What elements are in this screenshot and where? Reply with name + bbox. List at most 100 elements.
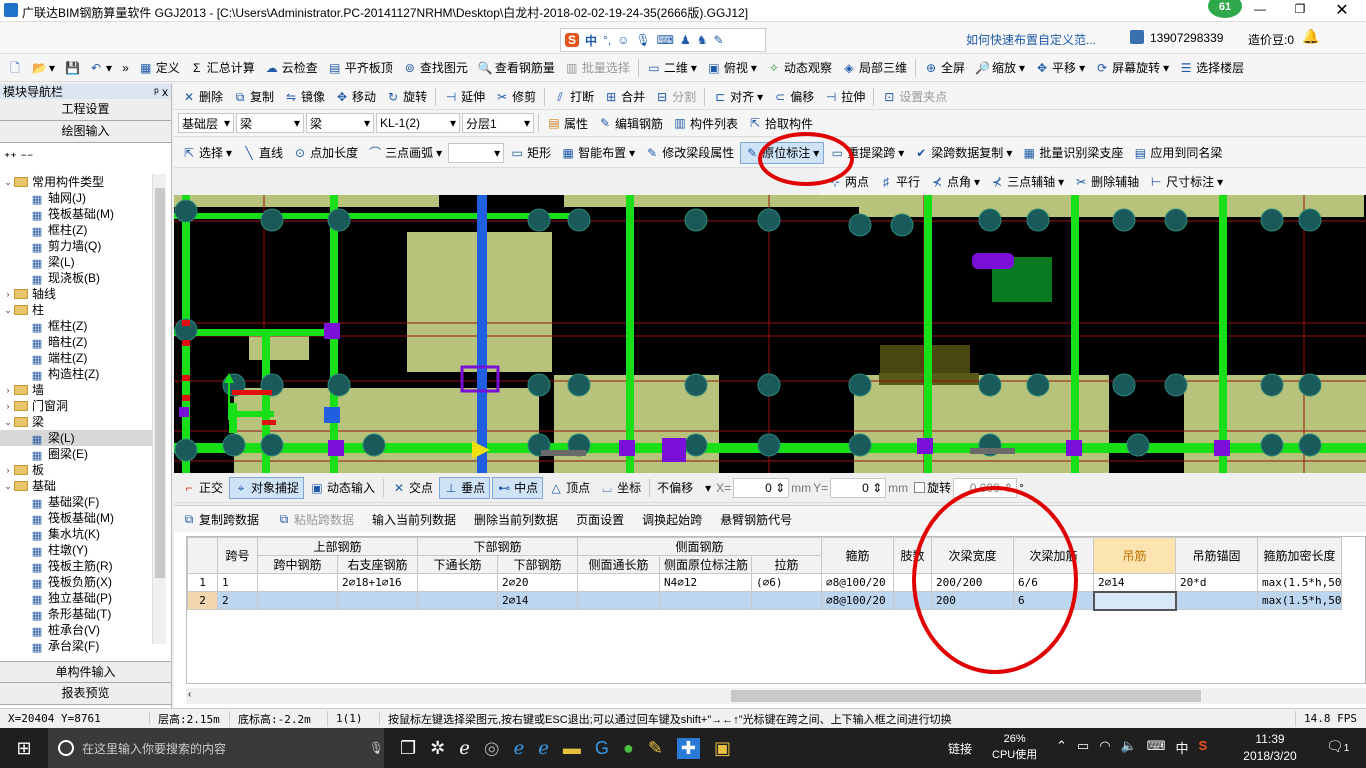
table-cell[interactable]: N4⌀12: [659, 573, 753, 592]
table-cell[interactable]: 1: [217, 573, 258, 592]
copy-span-data-button[interactable]: ⧉ 复制跨数据: [178, 508, 263, 530]
emoji-icon[interactable]: ☺: [617, 33, 629, 47]
shirt-icon[interactable]: ♞: [697, 33, 708, 47]
vertex-snap-button[interactable]: △ 顶点: [545, 477, 594, 499]
in-place-annotation-button[interactable]: ✎ 原位标注 ▾: [740, 141, 825, 164]
arc-option-select[interactable]: ▾: [448, 142, 505, 163]
start-button[interactable]: ⊞: [0, 738, 48, 759]
ime-mode-label[interactable]: 中: [585, 32, 597, 49]
microphone-icon[interactable]: 🎙: [635, 33, 650, 47]
table-cell[interactable]: 200/200: [931, 573, 1015, 592]
copy-span-data-button[interactable]: ✔ 梁跨数据复制 ▾: [910, 142, 1016, 164]
trim-button[interactable]: ✂ 修剪: [491, 86, 540, 108]
minimize-button[interactable]: —: [1250, 2, 1270, 16]
top-view-button[interactable]: ▣ 俯视 ▾: [703, 57, 761, 79]
local-3d-button[interactable]: ◈ 局部三维: [838, 57, 911, 79]
edge-icon[interactable]: ℯ: [514, 738, 525, 759]
chrome-icon[interactable]: ◎: [484, 738, 500, 759]
microphone-icon[interactable]: 🎙: [369, 741, 384, 755]
delete-button[interactable]: ✕ 删除: [178, 86, 227, 108]
tree-item[interactable]: ▦ 构造柱(Z): [0, 366, 152, 382]
tree-item[interactable]: ▦ 框柱(Z): [0, 318, 152, 334]
select-floor-button[interactable]: ☰ 选择楼层: [1175, 57, 1248, 79]
column-group-header[interactable]: 吊筋: [1093, 537, 1177, 574]
table-cell[interactable]: [751, 591, 823, 610]
volume-icon[interactable]: 🔈: [1121, 738, 1137, 757]
tree-folder[interactable]: › 墙: [0, 382, 152, 398]
open-file-button[interactable]: 📂 ▾: [28, 57, 59, 79]
pick-component-button[interactable]: ⇱ 拾取构件: [744, 112, 817, 134]
component-select[interactable]: KL-1(2) ▾: [376, 113, 460, 133]
green-app-icon[interactable]: ●: [623, 738, 634, 759]
tree-item[interactable]: ▦ 承台梁(F): [0, 638, 152, 654]
keyboard-icon[interactable]: ⌨: [657, 33, 674, 47]
tree-folder[interactable]: ⌄ 基础: [0, 478, 152, 494]
expand-arrow-icon[interactable]: ›: [2, 462, 14, 478]
properties-button[interactable]: ▤ 属性: [543, 112, 592, 134]
link-label[interactable]: 链接: [948, 740, 972, 757]
category-select[interactable]: 梁 ▾: [236, 113, 304, 133]
undo-button[interactable]: ↶ ▾: [85, 57, 116, 79]
horizontal-scrollbar[interactable]: ‹: [186, 688, 1366, 704]
select-button[interactable]: ⇱ 选择 ▾: [178, 142, 236, 164]
tree-item[interactable]: ▦ 筏板基础(M): [0, 510, 152, 526]
dimension-button[interactable]: ⊢ 尺寸标注 ▾: [1145, 171, 1227, 193]
account-icon[interactable]: [1130, 30, 1144, 44]
table-row[interactable]: 1 1 2⌀18+1⌀16 2⌀20 N4⌀12 (⌀6) ⌀8@100/20 200/200…: [187, 573, 1343, 592]
fullscreen-button[interactable]: ⊕ 全屏: [920, 57, 969, 79]
tree-item[interactable]: ▦ 集水坑(K): [0, 526, 152, 542]
column-header[interactable]: 拉筋: [751, 555, 823, 574]
modify-beam-segment-button[interactable]: ✎ 修改梁段属性: [641, 142, 738, 164]
column-header[interactable]: 右支座钢筋: [336, 555, 419, 574]
notes-app-icon[interactable]: ✎: [648, 738, 663, 759]
two-point-button[interactable]: ⊹ 两点: [824, 171, 873, 193]
midpoint-snap-button[interactable]: ⊷ 中点: [492, 476, 544, 499]
batch-select-button[interactable]: ▥ 批量选择: [561, 57, 634, 79]
table-cell[interactable]: ⌀8@100/20: [821, 591, 895, 610]
help-link[interactable]: 如何快速布置自定义范...: [966, 31, 1096, 48]
column-header[interactable]: 下部钢筋: [497, 555, 579, 574]
collapse-arrow-icon[interactable]: ⌄: [2, 174, 14, 190]
bell-icon[interactable]: 🔔: [1302, 28, 1319, 45]
tree-item[interactable]: ▦ 梁(L): [0, 254, 152, 270]
tree-item[interactable]: ▦ 暗柱(Z): [0, 334, 152, 350]
table-cell[interactable]: [577, 573, 661, 592]
set-grip-button[interactable]: ⊡ 设置夹点: [878, 86, 951, 108]
taskbar-search[interactable]: 在这里输入你要搜索的内容 🎙: [48, 728, 384, 768]
summary-calc-button[interactable]: Σ 汇总计算: [186, 57, 259, 79]
collapse-arrow-icon[interactable]: ⌄: [2, 414, 14, 430]
expand-arrow-icon[interactable]: ›: [2, 382, 14, 398]
dynamic-observe-button[interactable]: ✧ 动态观察: [763, 57, 836, 79]
point-length-button[interactable]: ⊙ 点加长度: [289, 142, 362, 164]
nav-pin-close[interactable]: ᵖ x: [154, 85, 168, 99]
table-cell[interactable]: [659, 591, 753, 610]
find-element-button[interactable]: ⊚ 查找图元: [399, 57, 472, 79]
paste-span-data-button[interactable]: ⧉ 粘贴跨数据: [273, 508, 358, 530]
ortho-button[interactable]: ⌐ 正交: [178, 477, 227, 499]
table-cell[interactable]: 6/6: [1013, 573, 1095, 592]
table-cell[interactable]: 6: [1013, 591, 1095, 610]
coordinate-snap-button[interactable]: ⌴ 坐标: [596, 477, 645, 499]
parallel-button[interactable]: ♯ 平行: [875, 171, 924, 193]
align-slab-top-button[interactable]: ▤ 平齐板顶: [324, 57, 397, 79]
user-icon[interactable]: ♟: [680, 33, 691, 47]
more-chevron[interactable]: »: [118, 57, 133, 79]
intersection-snap-button[interactable]: ✕ 交点: [388, 477, 437, 499]
column-group-header[interactable]: 箍筋加密长度: [1257, 537, 1343, 574]
cpu-meter[interactable]: 26% CPU使用: [992, 731, 1037, 763]
smart-layout-button[interactable]: ▦ 智能布置 ▾: [557, 142, 639, 164]
column-group-header[interactable]: [187, 537, 218, 574]
delete-aux-axis-button[interactable]: ✂ 删除辅轴: [1070, 171, 1143, 193]
table-cell[interactable]: ⌀8@100/20: [821, 573, 895, 592]
table-cell[interactable]: 2⌀14: [1093, 573, 1177, 592]
cloud-check-button[interactable]: ☁ 云检查: [261, 57, 322, 79]
nav-report-preview[interactable]: 报表预览: [0, 683, 171, 705]
swap-start-span-button[interactable]: 调换起始跨: [638, 508, 706, 530]
tree-folder[interactable]: ⌄ 柱: [0, 302, 152, 318]
re-extract-span-button[interactable]: ▭ 重提梁跨 ▾: [826, 142, 908, 164]
screen-rotate-button[interactable]: ⟳ 屏幕旋转 ▾: [1091, 57, 1173, 79]
copy-button[interactable]: ⧉ 复制: [229, 86, 278, 108]
type-select[interactable]: 梁 ▾: [306, 113, 374, 133]
close-button[interactable]: ✕: [1332, 0, 1352, 20]
expand-all-icon[interactable]: ⁺⁺: [4, 150, 17, 164]
